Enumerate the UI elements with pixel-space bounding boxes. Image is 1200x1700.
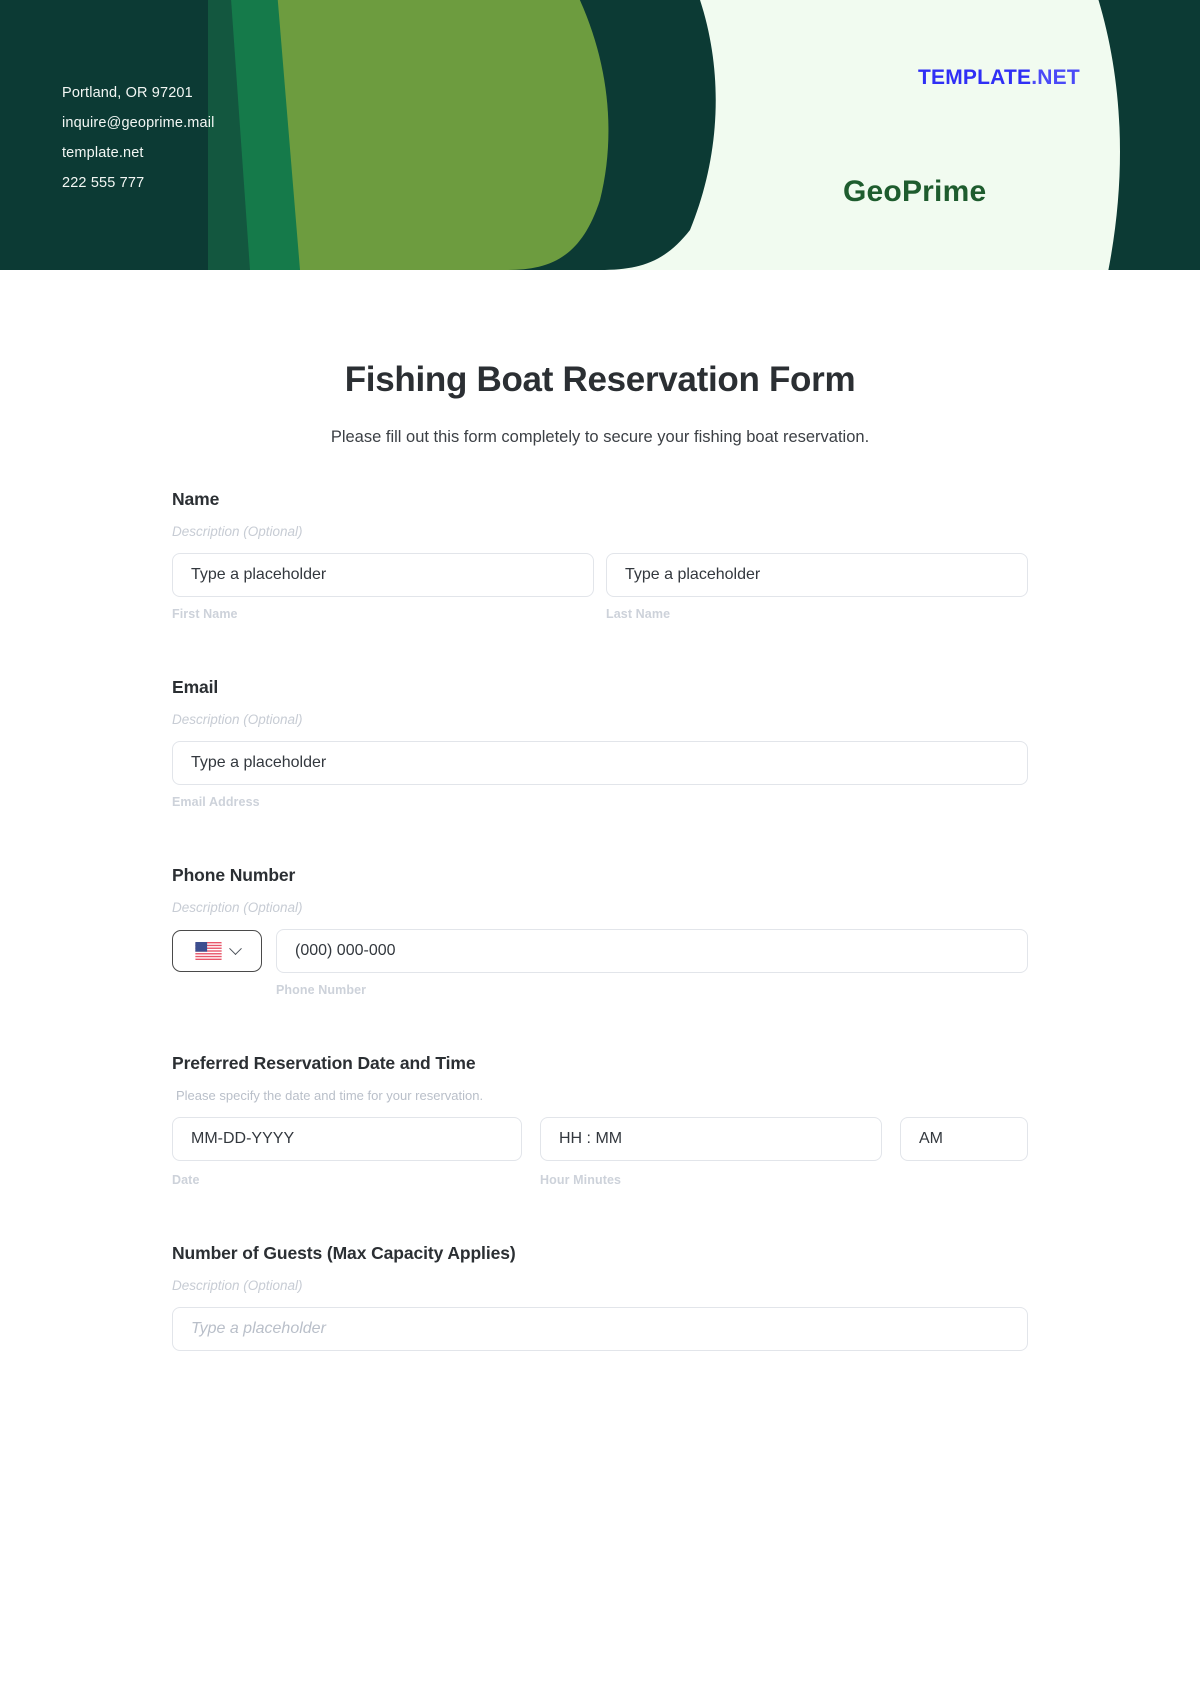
contact-email: inquire@geoprime.mail	[62, 115, 215, 131]
field-datetime-description: Please specify the date and time for you…	[176, 1088, 484, 1103]
last-name-sublabel: Last Name	[606, 607, 671, 621]
field-phone-sublabels: Phone Number	[172, 983, 1028, 997]
form-fields-container: Name Description (Optional) Type a place…	[172, 447, 1028, 1351]
field-email-input-row: Type a placeholder	[172, 741, 1028, 785]
field-phone-label: Phone Number	[172, 865, 296, 885]
phone-sublabel: Phone Number	[276, 983, 367, 997]
page-header: Portland, OR 97201 inquire@geoprime.mail…	[0, 0, 1200, 270]
field-name-sublabels: First Name Last Name	[172, 607, 1028, 621]
first-name-sublabel: First Name	[172, 607, 238, 621]
phone-number-input[interactable]: (000) 000-000	[276, 929, 1028, 973]
guests-input[interactable]: Type a placeholder	[172, 1307, 1028, 1351]
field-name: Name Description (Optional) Type a place…	[172, 489, 1028, 621]
email-sublabel: Email Address	[172, 795, 260, 809]
field-datetime-sublabels: Date Hour Minutes	[172, 1173, 1028, 1187]
field-datetime-label: Preferred Reservation Date and Time	[172, 1053, 476, 1073]
chevron-down-icon	[228, 941, 242, 955]
us-flag-icon	[194, 942, 222, 960]
country-code-select[interactable]	[172, 930, 262, 972]
field-datetime: Preferred Reservation Date and Time Plea…	[172, 1053, 1028, 1187]
contact-address: Portland, OR 97201	[62, 85, 193, 101]
header-contact-info: Portland, OR 97201 inquire@geoprime.mail…	[62, 78, 214, 198]
contact-website: template.net	[62, 145, 144, 161]
field-name-description: Description (Optional)	[172, 524, 303, 539]
form-page: Fishing Boat Reservation Form Please fil…	[0, 360, 1200, 1351]
date-sublabel: Date	[172, 1173, 200, 1187]
field-name-inputs-row: Type a placeholder Type a placeholder	[172, 553, 1028, 597]
page-subtitle: Please fill out this form completely to …	[330, 428, 870, 446]
field-email-label: Email	[172, 677, 219, 697]
first-name-input[interactable]: Type a placeholder	[172, 553, 594, 597]
page-title: Fishing Boat Reservation Form	[344, 360, 856, 399]
field-guests-description: Description (Optional)	[172, 1278, 303, 1293]
watermark-net-text: .NET	[1031, 66, 1080, 89]
reservation-date-input[interactable]: MM-DD-YYYY	[172, 1117, 522, 1161]
field-phone-description: Description (Optional)	[172, 900, 303, 915]
field-phone-input-row: (000) 000-000	[172, 929, 1028, 973]
reservation-time-input[interactable]: HH : MM	[540, 1117, 882, 1161]
time-sublabel: Hour Minutes	[540, 1173, 622, 1187]
field-guests-label: Number of Guests (Max Capacity Applies)	[172, 1243, 516, 1263]
email-input[interactable]: Type a placeholder	[172, 741, 1028, 785]
field-guests-input-row: Type a placeholder	[172, 1307, 1028, 1351]
field-datetime-inputs-row: MM-DD-YYYY HH : MM AM	[172, 1117, 1028, 1161]
last-name-input[interactable]: Type a placeholder	[606, 553, 1028, 597]
field-email: Email Description (Optional) Type a plac…	[172, 677, 1028, 809]
contact-phone: 222 555 777	[62, 175, 145, 191]
field-guests: Number of Guests (Max Capacity Applies) …	[172, 1243, 1028, 1351]
watermark-template-text: TEMPLATE	[918, 66, 1032, 89]
template-net-watermark: TEMPLATE.NET	[918, 66, 1080, 90]
field-email-description: Description (Optional)	[172, 712, 303, 727]
field-email-sublabels: Email Address	[172, 795, 1028, 809]
field-phone: Phone Number Description (Optional) (000…	[172, 865, 1028, 997]
field-name-label: Name	[172, 489, 220, 509]
company-logo-text: GeoPrime	[843, 175, 987, 208]
meridiem-select[interactable]: AM	[900, 1117, 1028, 1161]
